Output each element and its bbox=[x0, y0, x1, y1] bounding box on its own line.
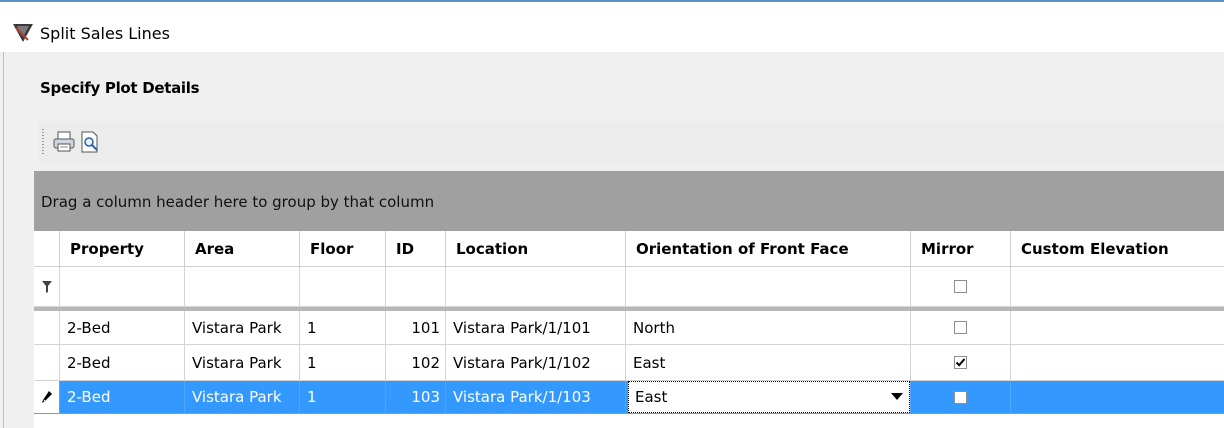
cell-area[interactable]: Vistara Park bbox=[185, 311, 300, 345]
plot-details-grid: Drag a column header here to group by th… bbox=[34, 171, 1224, 428]
printer-icon bbox=[53, 131, 75, 152]
cell-floor[interactable]: 1 bbox=[300, 345, 386, 381]
grid-empty-area bbox=[34, 414, 1224, 428]
cell-custom-elevation[interactable] bbox=[1011, 381, 1224, 414]
filter-cell-id[interactable] bbox=[386, 267, 446, 307]
filter-cell-orientation[interactable] bbox=[626, 267, 911, 307]
mirror-checkbox[interactable] bbox=[954, 356, 967, 369]
cell-mirror bbox=[911, 381, 1011, 414]
group-by-panel[interactable]: Drag a column header here to group by th… bbox=[34, 171, 1224, 231]
cell-location[interactable]: Vistara Park/1/101 bbox=[446, 311, 626, 345]
filter-cell-floor[interactable] bbox=[300, 267, 386, 307]
app-icon bbox=[13, 24, 33, 42]
cell-location[interactable]: Vistara Park/1/102 bbox=[446, 345, 626, 381]
filter-row-indicator bbox=[34, 267, 60, 307]
cell-mirror bbox=[911, 345, 1011, 381]
filter-cell-custom-elevation[interactable] bbox=[1011, 267, 1224, 307]
checkmark-icon bbox=[955, 358, 966, 367]
cell-custom-elevation[interactable] bbox=[1011, 311, 1224, 345]
cell-id[interactable]: 102 bbox=[386, 345, 446, 381]
cell-orientation[interactable]: North bbox=[626, 311, 911, 345]
cell-custom-elevation[interactable] bbox=[1011, 345, 1224, 381]
column-header-custom-elevation[interactable]: Custom Elevation bbox=[1011, 231, 1224, 267]
mirror-checkbox[interactable] bbox=[954, 321, 967, 334]
toolbar-grip[interactable] bbox=[42, 129, 44, 155]
column-header-mirror[interactable]: Mirror bbox=[911, 231, 1011, 267]
cell-id[interactable]: 101 bbox=[386, 311, 446, 345]
orientation-dropdown[interactable]: East bbox=[628, 381, 910, 413]
print-preview-button[interactable] bbox=[78, 131, 102, 153]
cell-floor[interactable]: 1 bbox=[300, 311, 386, 345]
cell-area[interactable]: Vistara Park bbox=[185, 381, 300, 414]
cell-id[interactable]: 103 bbox=[386, 381, 446, 414]
cell-area[interactable]: Vistara Park bbox=[185, 345, 300, 381]
cell-orientation[interactable]: East bbox=[626, 345, 911, 381]
cell-mirror bbox=[911, 311, 1011, 345]
group-by-hint: Drag a column header here to group by th… bbox=[41, 193, 435, 211]
title-bar: Split Sales Lines bbox=[0, 2, 1224, 52]
cell-property[interactable]: 2-Bed bbox=[60, 311, 185, 345]
filter-cell-property[interactable] bbox=[60, 267, 185, 307]
orientation-dropdown-value: East bbox=[635, 388, 668, 406]
header-indicator bbox=[34, 231, 60, 267]
cell-location[interactable]: Vistara Park/1/103 bbox=[446, 381, 626, 414]
filter-mirror-checkbox[interactable] bbox=[954, 280, 967, 293]
filter-icon bbox=[41, 280, 52, 293]
mirror-checkbox[interactable] bbox=[954, 390, 967, 404]
filter-cell-mirror bbox=[911, 267, 1011, 307]
column-header-area[interactable]: Area bbox=[185, 231, 300, 267]
row-indicator[interactable] bbox=[34, 381, 60, 414]
dropdown-arrow-icon[interactable] bbox=[891, 393, 903, 400]
cell-floor[interactable]: 1 bbox=[300, 381, 386, 414]
edit-pencil-icon bbox=[41, 391, 52, 403]
filter-cell-area[interactable] bbox=[185, 267, 300, 307]
column-header-id[interactable]: ID bbox=[386, 231, 446, 267]
column-header-location[interactable]: Location bbox=[446, 231, 626, 267]
section-title: Specify Plot Details bbox=[40, 79, 200, 97]
filter-cell-location[interactable] bbox=[446, 267, 626, 307]
row-indicator[interactable] bbox=[34, 345, 60, 381]
window-title: Split Sales Lines bbox=[40, 24, 170, 43]
row-indicator[interactable] bbox=[34, 311, 60, 345]
print-button[interactable] bbox=[52, 131, 76, 153]
column-header-orientation[interactable]: Orientation of Front Face bbox=[626, 231, 911, 267]
column-header-property[interactable]: Property bbox=[60, 231, 185, 267]
toolbar bbox=[38, 121, 1224, 163]
cell-property[interactable]: 2-Bed bbox=[60, 381, 185, 414]
cell-property[interactable]: 2-Bed bbox=[60, 345, 185, 381]
column-header-floor[interactable]: Floor bbox=[300, 231, 386, 267]
print-preview-icon bbox=[81, 131, 98, 153]
